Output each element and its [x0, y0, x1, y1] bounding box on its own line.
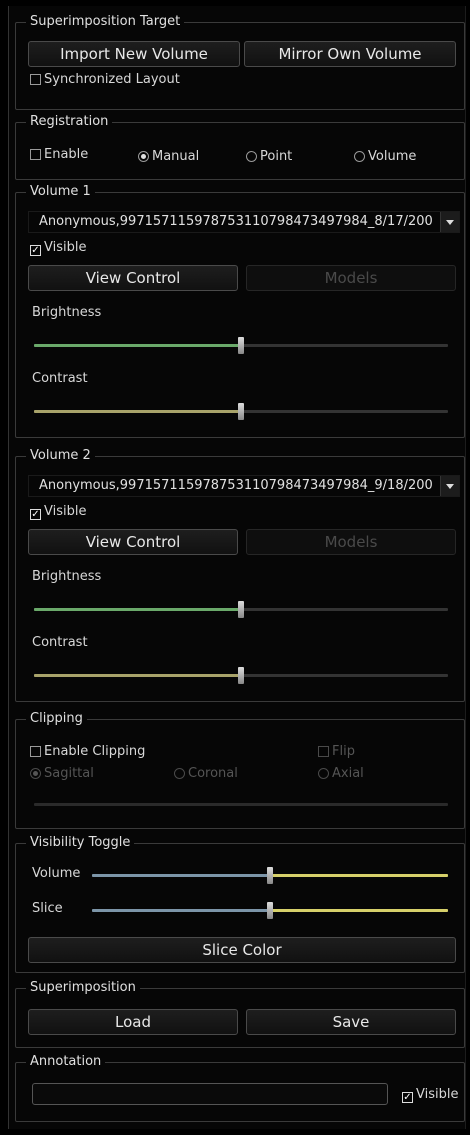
- volume2-brightness-fill: [34, 608, 241, 611]
- annotation-visible-checkbox[interactable]: ✓ Visible: [402, 1087, 458, 1103]
- coronal-label: Coronal: [188, 766, 238, 781]
- volume2-visible-label: Visible: [44, 504, 87, 519]
- volume1-brightness-handle[interactable]: [238, 337, 244, 354]
- load-button[interactable]: Load: [28, 1009, 238, 1035]
- registration-point-label: Point: [260, 149, 293, 164]
- annotation-text-input[interactable]: [32, 1083, 388, 1105]
- coronal-radio[interactable]: Coronal: [174, 766, 238, 782]
- annotation-visible-box[interactable]: ✓: [402, 1092, 413, 1103]
- volume2-brightness-slider[interactable]: [34, 601, 448, 618]
- chevron-down-icon[interactable]: [440, 476, 459, 496]
- visibility-slice-label: Slice: [32, 901, 63, 916]
- point-radio-dot[interactable]: [246, 151, 257, 162]
- volume1-contrast-handle[interactable]: [238, 403, 244, 420]
- clipping-group: Clipping Enable Clipping Flip Sagittal C…: [15, 711, 465, 829]
- sagittal-radio[interactable]: Sagittal: [30, 766, 94, 782]
- volume2-group: Volume 2 Anonymous,997157115978753110798…: [15, 448, 465, 702]
- registration-volume-radio[interactable]: Volume: [354, 149, 416, 165]
- volume-radio-dot[interactable]: [354, 151, 365, 162]
- registration-enable-label: Enable: [44, 147, 89, 162]
- volume1-contrast-fill: [34, 410, 241, 413]
- registration-manual-radio[interactable]: Manual: [138, 149, 199, 165]
- visibility-volume-slider[interactable]: [92, 867, 448, 884]
- visibility-slice-fill-left: [92, 909, 270, 912]
- visibility-volume-label: Volume: [32, 866, 81, 881]
- enable-clipping-label: Enable Clipping: [44, 744, 146, 759]
- superimposition-target-title: Superimposition Target: [26, 14, 185, 29]
- visibility-volume-handle[interactable]: [267, 867, 273, 884]
- volume1-visible-label: Visible: [44, 240, 87, 255]
- synchronized-layout-checkbox[interactable]: Synchronized Layout: [30, 72, 180, 88]
- visibility-slice-handle[interactable]: [267, 902, 273, 919]
- visibility-toggle-group: Visibility Toggle Volume Slice Slice Col…: [15, 835, 465, 973]
- coronal-radio-dot[interactable]: [174, 768, 185, 779]
- clipping-slider[interactable]: [34, 803, 448, 806]
- volume2-visible-checkbox[interactable]: ✓ Visible: [30, 504, 86, 520]
- registration-title: Registration: [26, 114, 113, 129]
- volume2-title: Volume 2: [26, 448, 95, 463]
- flip-checkbox[interactable]: Flip: [318, 744, 355, 760]
- axial-label: Axial: [332, 766, 364, 781]
- registration-volume-label: Volume: [368, 149, 417, 164]
- volume1-brightness-label: Brightness: [32, 305, 102, 320]
- axial-radio[interactable]: Axial: [318, 766, 364, 782]
- volume2-brightness-label: Brightness: [32, 569, 102, 584]
- annotation-title: Annotation: [26, 1054, 106, 1069]
- volume1-brightness-fill: [34, 344, 241, 347]
- chevron-down-icon[interactable]: [440, 212, 459, 232]
- volume2-contrast-slider[interactable]: [34, 667, 448, 684]
- volume2-dataset-value: Anonymous,9971571159787531107984734979​8…: [39, 478, 433, 493]
- volume2-visible-box[interactable]: ✓: [30, 509, 41, 520]
- sagittal-label: Sagittal: [44, 766, 94, 781]
- registration-enable-box[interactable]: [30, 149, 41, 160]
- volume1-view-control-button[interactable]: View Control: [28, 265, 238, 291]
- superimposition-title: Superimposition: [26, 980, 140, 995]
- flip-label: Flip: [332, 744, 355, 759]
- registration-enable-checkbox[interactable]: Enable: [30, 147, 88, 163]
- sagittal-radio-dot[interactable]: [30, 768, 41, 779]
- registration-manual-label: Manual: [152, 149, 200, 164]
- manual-radio-dot[interactable]: [138, 151, 149, 162]
- visibility-volume-fill-right: [270, 874, 448, 877]
- volume2-contrast-label: Contrast: [32, 635, 88, 650]
- superimposition-panel: Superimposition Target Import New Volume…: [8, 6, 466, 1129]
- enable-clipping-checkbox[interactable]: Enable Clipping: [30, 744, 145, 760]
- volume1-brightness-slider[interactable]: [34, 337, 448, 354]
- synchronized-layout-label: Synchronized Layout: [44, 72, 180, 87]
- volume1-visible-checkbox[interactable]: ✓ Visible: [30, 240, 86, 256]
- enable-clipping-box[interactable]: [30, 746, 41, 757]
- mirror-own-volume-button[interactable]: Mirror Own Volume: [244, 41, 456, 67]
- volume2-dataset-select[interactable]: Anonymous,9971571159787531107984734979​8…: [28, 475, 460, 497]
- volume1-models-button[interactable]: Models: [246, 265, 456, 291]
- volume2-view-control-button[interactable]: View Control: [28, 529, 238, 555]
- flip-box[interactable]: [318, 746, 329, 757]
- volume2-brightness-handle[interactable]: [238, 601, 244, 618]
- volume1-group: Volume 1 Anonymous,997157115978753110798…: [15, 184, 465, 438]
- clipping-title: Clipping: [26, 711, 87, 726]
- save-button[interactable]: Save: [246, 1009, 456, 1035]
- volume2-models-button[interactable]: Models: [246, 529, 456, 555]
- visibility-slice-slider[interactable]: [92, 902, 448, 919]
- volume1-visible-box[interactable]: ✓: [30, 245, 41, 256]
- volume2-contrast-fill: [34, 674, 241, 677]
- volume1-dataset-select[interactable]: Anonymous,9971571159787531107984734979​8…: [28, 211, 460, 233]
- volume2-contrast-handle[interactable]: [238, 667, 244, 684]
- superimposition-target-group: Superimposition Target Import New Volume…: [15, 14, 465, 110]
- annotation-visible-label: Visible: [416, 1087, 459, 1102]
- annotation-group: Annotation ✓ Visible: [15, 1054, 465, 1122]
- volume1-contrast-slider[interactable]: [34, 403, 448, 420]
- registration-point-radio[interactable]: Point: [246, 149, 292, 165]
- registration-group: Registration Enable Manual Point Volume: [15, 114, 465, 180]
- axial-radio-dot[interactable]: [318, 768, 329, 779]
- import-new-volume-button[interactable]: Import New Volume: [28, 41, 240, 67]
- visibility-volume-fill-left: [92, 874, 270, 877]
- volume1-title: Volume 1: [26, 184, 95, 199]
- superimposition-group: Superimposition Load Save: [15, 980, 465, 1048]
- volume1-dataset-value: Anonymous,9971571159787531107984734979​8…: [39, 214, 433, 229]
- visibility-slice-fill-right: [270, 909, 448, 912]
- visibility-toggle-title: Visibility Toggle: [26, 835, 135, 850]
- slice-color-button[interactable]: Slice Color: [28, 937, 456, 963]
- synchronized-layout-box[interactable]: [30, 74, 41, 85]
- volume1-contrast-label: Contrast: [32, 371, 88, 386]
